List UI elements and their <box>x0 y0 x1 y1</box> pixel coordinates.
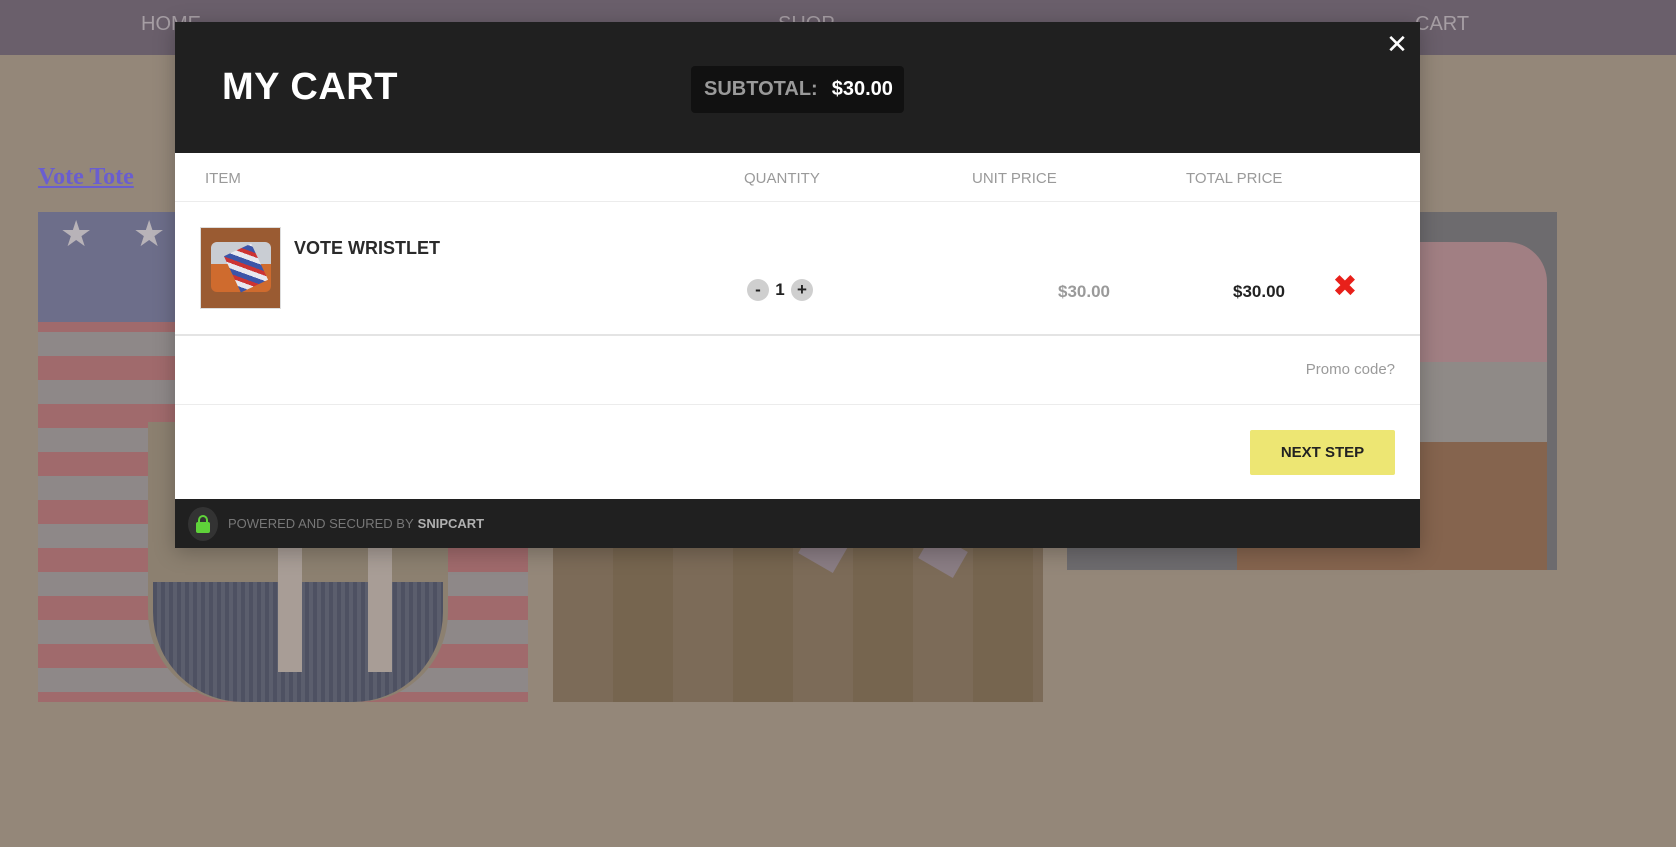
row-divider <box>175 334 1420 336</box>
powered-label: POWERED AND SECURED BY <box>228 516 414 531</box>
cart-item-row: VOTE WRISTLET - 1 + $30.00 $30.00 ✖ <box>175 202 1420 334</box>
increment-button[interactable]: + <box>791 279 813 301</box>
cart-modal: MY CART SUBTOTAL: $30.00 ✕ ITEM QUANTITY… <box>175 22 1420 548</box>
cart-footer: POWERED AND SECURED BY SNIPCART <box>175 499 1420 548</box>
close-icon[interactable]: ✕ <box>1385 31 1409 57</box>
subtotal-label: SUBTOTAL: <box>704 78 818 100</box>
unit-price: $30.00 <box>1058 282 1110 301</box>
product-title-link[interactable]: Vote Tote <box>38 164 134 191</box>
subtotal-box: SUBTOTAL: $30.00 <box>691 66 904 113</box>
promo-code-link[interactable]: Promo code? <box>1306 361 1395 378</box>
total-price: $30.00 <box>1233 282 1285 301</box>
quantity-stepper: - 1 + <box>747 279 813 301</box>
column-header-quantity: QUANTITY <box>744 170 820 187</box>
snipcart-brand[interactable]: SNIPCART <box>418 516 484 531</box>
cart-header: MY CART SUBTOTAL: $30.00 ✕ <box>175 22 1420 153</box>
subtotal-value: $30.00 <box>831 78 893 100</box>
column-header-total-price: TOTAL PRICE <box>1186 170 1283 187</box>
star-icon: ★ <box>60 213 93 254</box>
powered-by-text: POWERED AND SECURED BY SNIPCART <box>228 516 484 531</box>
item-name: VOTE WRISTLET <box>294 238 440 258</box>
lock-body <box>196 522 210 533</box>
column-header-item: ITEM <box>205 170 241 187</box>
cart-title: MY CART <box>222 66 398 108</box>
promo-divider <box>175 404 1420 405</box>
remove-item-icon[interactable]: ✖ <box>1330 272 1360 302</box>
column-header-unit-price: UNIT PRICE <box>972 170 1057 187</box>
lock-icon <box>188 507 218 541</box>
star-icon: ★ <box>133 213 166 254</box>
item-thumbnail <box>200 227 281 309</box>
nav-cart-link[interactable]: CART <box>1415 13 1469 36</box>
product-image-wristlet[interactable] <box>553 540 1043 702</box>
next-step-button[interactable]: NEXT STEP <box>1250 430 1395 475</box>
decrement-button[interactable]: - <box>747 279 769 301</box>
quantity-value: 1 <box>775 280 785 299</box>
